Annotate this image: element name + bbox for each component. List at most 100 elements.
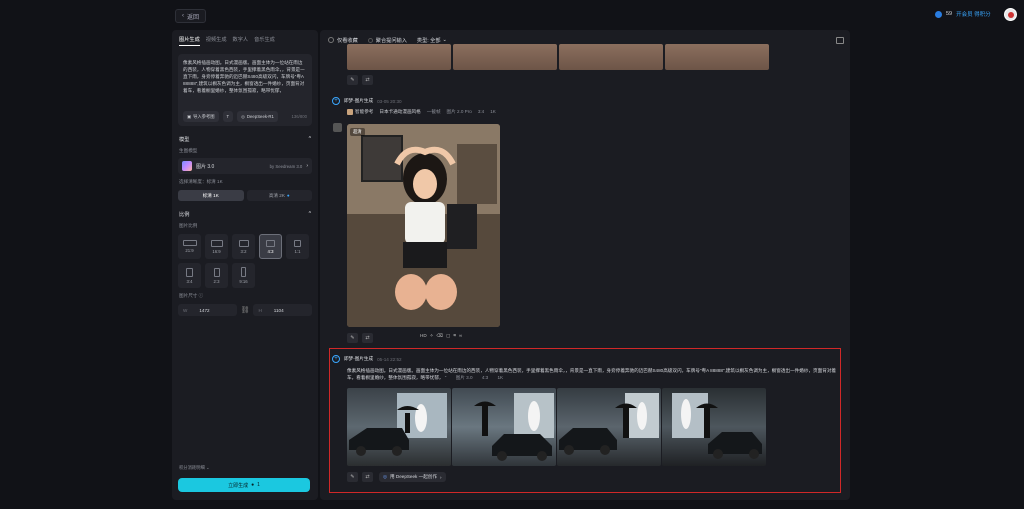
width-value[interactable]: 1472 <box>199 308 209 313</box>
eraser-icon[interactable]: ⌫ <box>437 333 444 339</box>
folder-icon[interactable] <box>836 36 844 44</box>
tab-video[interactable]: 视频生成 <box>206 36 227 46</box>
ratio-16-9[interactable]: 16:9 <box>205 234 228 259</box>
deepseek-cocreate-label: 用 DeepSeek 一起创作 <box>390 474 437 479</box>
deepseek-cocreate-button[interactable]: ◎ 用 DeepSeek 一起创作 › <box>379 472 446 482</box>
ratio-label: 4:3 <box>267 248 274 254</box>
height-value[interactable]: 1104 <box>274 308 284 313</box>
regenerate-icon[interactable]: ⇄ <box>362 75 373 85</box>
chevron-down-icon: ⌄ <box>205 465 210 470</box>
hd-upscale-button[interactable]: HD <box>420 333 427 339</box>
model-label: 图片 2.0 Pro <box>446 109 472 114</box>
credit-hint[interactable]: 积分消耗明细 ⌄ <box>179 465 210 471</box>
prompt-text[interactable]: 像素风格插画动图。日式漫画版。画面主体为一位站在雨边的西装，人物穿着黑色西装，手… <box>183 59 307 94</box>
link-icon[interactable]: ⛓ <box>241 306 250 314</box>
result-thumbnail[interactable] <box>453 44 557 70</box>
expand-icon[interactable]: ▢ <box>446 333 450 339</box>
height-input[interactable]: H 1104 <box>253 304 313 316</box>
text-icon: T <box>226 114 230 119</box>
ratio-4-3[interactable]: 4:3 <box>259 234 282 259</box>
resolution-label: 1K <box>497 375 504 381</box>
back-button[interactable]: ‹ 返回 <box>175 9 207 23</box>
app-root: ‹ 返回 59 开会员 得积分 图片生成 视频生成 数字人 音乐生成 像素风格插… <box>0 0 1024 509</box>
result-image[interactable] <box>347 388 451 466</box>
ratio-label: 3:4 <box>186 278 193 284</box>
crop-icon[interactable]: ⌗ <box>453 333 456 339</box>
ratio-3-2[interactable]: 3:2 <box>232 234 255 259</box>
avatar[interactable] <box>1004 8 1017 21</box>
deepseek-model-button[interactable]: ◎ DeepSeek-R1 <box>237 111 278 122</box>
regenerate-icon[interactable]: ⇄ <box>362 472 373 482</box>
result-thumbnail[interactable] <box>665 44 769 70</box>
result-thumbnail[interactable] <box>559 44 663 70</box>
more-icon[interactable]: " <box>445 375 447 380</box>
result-thumbnail[interactable] <box>347 44 451 70</box>
res-option-2k[interactable]: 高清 2K ● <box>246 190 312 201</box>
generated-image[interactable]: 超清 <box>347 124 500 327</box>
tab-image[interactable]: 图片生成 <box>179 36 200 46</box>
mode-tabs: 图片生成 视频生成 数字人 音乐生成 <box>172 30 318 46</box>
credits-count: 59 <box>946 11 953 17</box>
generate-icon: + <box>332 355 340 363</box>
ratio-section-header[interactable]: 比例 ^ <box>172 211 318 218</box>
ratio-3-4[interactable]: 3:4 <box>178 263 201 288</box>
favorites-toggle[interactable] <box>328 37 334 43</box>
history-feed: 仅看收藏 聚合提问输入 类型: 全部 ⌄ ✎ ⇄ + 即梦-图片生成 03-05… <box>320 30 850 500</box>
generate-cost: 1 <box>257 482 260 488</box>
model-selector[interactable]: 图片 3.0 by Seedream 3.0 › <box>178 158 312 174</box>
info-icon: ⓘ <box>198 293 204 298</box>
magic-edit-icon[interactable]: ✧ <box>430 333 434 339</box>
regenerate-icon[interactable]: ⇄ <box>362 333 373 343</box>
edit-icon[interactable]: ✎ <box>347 472 358 482</box>
tab-music[interactable]: 音乐生成 <box>254 36 275 46</box>
resolution-label: 1K <box>490 109 496 114</box>
merge-toggle-icon[interactable] <box>367 37 373 43</box>
type-filter[interactable]: 类型: 全部 <box>417 37 441 44</box>
ratio-2-3[interactable]: 2:3 <box>205 263 228 288</box>
deepseek-icon: ◎ <box>383 474 388 479</box>
ratio-shape-icon <box>294 239 301 247</box>
ratio-label: 9:16 <box>239 279 248 284</box>
top-bar: ‹ 返回 59 开会员 得积分 <box>0 0 1024 30</box>
import-reference-button[interactable]: ▣ 导入参考图 <box>183 111 219 122</box>
reference-thumbnail[interactable] <box>333 123 342 132</box>
edit-icon[interactable]: ✎ <box>347 75 358 85</box>
model-section-header[interactable]: 模型 ^ <box>172 136 318 143</box>
anime-office-illustration <box>347 124 500 327</box>
tab-digital-human[interactable]: 数字人 <box>233 36 249 46</box>
message-header: + 即梦-图片生成 05-14 22:52 <box>332 355 402 363</box>
size-sub-text: 图片尺寸 <box>179 293 198 298</box>
edit-icon[interactable]: ✎ <box>347 333 358 343</box>
width-input[interactable]: W 1472 <box>178 304 237 316</box>
maybach-scene <box>349 393 447 456</box>
size-sub-label: 图片尺寸 ⓘ <box>172 293 318 299</box>
link-icon[interactable]: ∞ <box>459 333 462 339</box>
height-label: H <box>258 307 262 313</box>
model-section-title: 模型 <box>179 137 190 143</box>
ratio-section-title: 比例 <box>179 212 190 218</box>
credits-area[interactable]: 59 开会员 得积分 <box>935 10 991 18</box>
ratio-9-16[interactable]: 9:16 <box>232 263 255 288</box>
previous-results-strip <box>347 44 769 70</box>
message-meta: 智能参考 日本卡通动漫画风格 一截帧 图片 2.0 Pro 3:4 1K <box>347 109 496 115</box>
model-provider: by Seedream 3.0 <box>269 163 303 169</box>
favorites-filter[interactable]: 仅看收藏 <box>337 37 358 44</box>
result-image[interactable] <box>662 388 766 466</box>
ratio-label: 1:1 <box>294 248 301 254</box>
ratio-1-1[interactable]: 1:1 <box>286 234 309 259</box>
ratio-21-9[interactable]: 21:9 <box>178 234 201 259</box>
model-label: 图片 3.0 <box>455 375 473 381</box>
resolution-sub-label: 选择清晰度：标清 1K <box>179 179 223 184</box>
prompt-input[interactable]: 像素风格插画动图。日式漫画版。画面主体为一位站在雨边的西装，人物穿着黑色西装，手… <box>178 54 312 126</box>
credit-hint-text: 积分消耗明细 <box>179 465 205 470</box>
vip-link[interactable]: 开会员 得积分 <box>956 10 991 18</box>
model-sub-label: 生图模型 <box>179 148 198 153</box>
merge-filter[interactable]: 聚合提问输入 <box>376 37 407 44</box>
generate-button[interactable]: 立即生成 ● 1 <box>178 478 310 492</box>
res-option-1k[interactable]: 标清 1K <box>178 190 244 201</box>
ratio-label: 21:9 <box>185 248 194 253</box>
result-actions: ✎ ⇄ <box>347 472 373 482</box>
result-image[interactable] <box>557 388 661 466</box>
text-icon-button[interactable]: T <box>222 111 234 122</box>
result-image[interactable] <box>452 388 556 466</box>
